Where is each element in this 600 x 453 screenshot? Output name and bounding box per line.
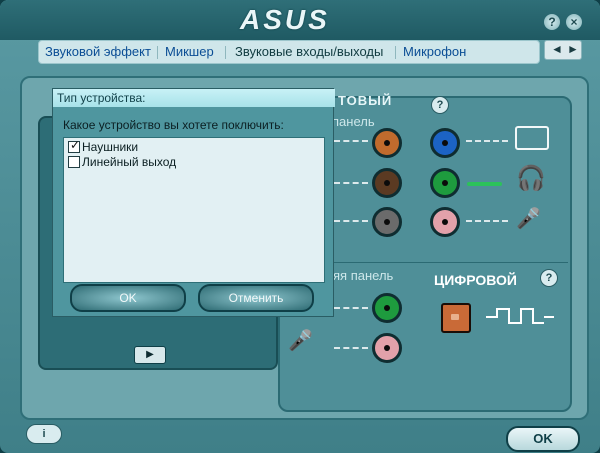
jack-wire xyxy=(334,140,368,142)
main-ok-button[interactable]: OK xyxy=(506,426,580,452)
rear-microphone-icon: 🎤 xyxy=(288,330,313,352)
digital-wave-icon xyxy=(486,308,556,324)
tab-divider xyxy=(225,46,226,59)
dialog-question: Какое устройство вы хотете поключить: xyxy=(63,118,284,132)
option-label: Наушники xyxy=(82,140,139,154)
tab-next-arrow-icon[interactable]: ► xyxy=(567,42,579,56)
info-button[interactable]: i xyxy=(26,424,62,444)
tab-divider xyxy=(157,46,158,59)
jack-wire xyxy=(466,140,508,142)
io-help-icon[interactable]: ? xyxy=(431,96,449,114)
help-button[interactable]: ? xyxy=(544,14,560,30)
green-connection-line xyxy=(467,182,502,186)
jack-blue[interactable] xyxy=(430,128,460,158)
tab-audio-io[interactable]: Звуковые входы/выходы xyxy=(235,44,383,59)
analog-title: ТОВЫЙ xyxy=(338,93,393,108)
device-options-list: Наушники Линейный выход xyxy=(63,137,325,283)
digital-title: ЦИФРОВОЙ xyxy=(434,272,517,288)
dialog-ok-button[interactable]: OK xyxy=(70,284,186,312)
tab-mixer[interactable]: Микшер xyxy=(165,44,214,59)
jack-wire xyxy=(334,307,368,309)
jack-pink[interactable] xyxy=(430,207,460,237)
digital-help-icon[interactable]: ? xyxy=(540,269,558,287)
option-label: Линейный выход xyxy=(82,155,177,169)
jack-wire xyxy=(334,182,368,184)
tab-scroll-arrows: ◄ ► xyxy=(544,40,582,60)
headphones-icon: 🎧 xyxy=(516,165,546,192)
jack-orange[interactable] xyxy=(372,128,402,158)
asus-audio-window: ASUS ? × Звуковой эффект Микшер Звуковые… xyxy=(0,0,600,453)
asus-logo: ASUS xyxy=(240,4,330,35)
device-type-dialog: Тип устройства: Какое устройство вы хоте… xyxy=(52,88,335,317)
title-bar: ASUS ? × xyxy=(0,0,600,40)
jack-wire xyxy=(466,220,508,222)
microphone-icon: 🎤 xyxy=(516,208,541,230)
dialog-cancel-button[interactable]: Отменить xyxy=(198,284,314,312)
line-out-checkbox[interactable] xyxy=(68,156,80,168)
tab-bar: Звуковой эффект Микшер Звуковые входы/вы… xyxy=(38,40,540,64)
tab-divider xyxy=(395,46,396,59)
rear-jack-green[interactable] xyxy=(372,293,402,323)
play-button[interactable]: ▶ xyxy=(134,346,166,364)
jack-green[interactable] xyxy=(430,168,460,198)
front-panel-subtitle: панель xyxy=(332,114,375,129)
dialog-title: Тип устройства: xyxy=(53,89,335,107)
line-in-device-icon xyxy=(515,126,549,150)
tab-microphone[interactable]: Микрофон xyxy=(403,44,466,59)
close-button[interactable]: × xyxy=(566,14,582,30)
rear-jack-pink[interactable] xyxy=(372,333,402,363)
rear-panel-subtitle: яя панель xyxy=(333,268,394,283)
jack-wire xyxy=(334,347,368,349)
jack-gray[interactable] xyxy=(372,207,402,237)
headphones-checkbox[interactable] xyxy=(68,138,80,153)
jack-wire xyxy=(334,220,368,222)
tab-sound-effect[interactable]: Звуковой эффект xyxy=(45,44,151,59)
spdif-port-icon[interactable] xyxy=(441,303,471,333)
jack-brown[interactable] xyxy=(372,168,402,198)
tab-prev-arrow-icon[interactable]: ◄ xyxy=(551,42,563,56)
